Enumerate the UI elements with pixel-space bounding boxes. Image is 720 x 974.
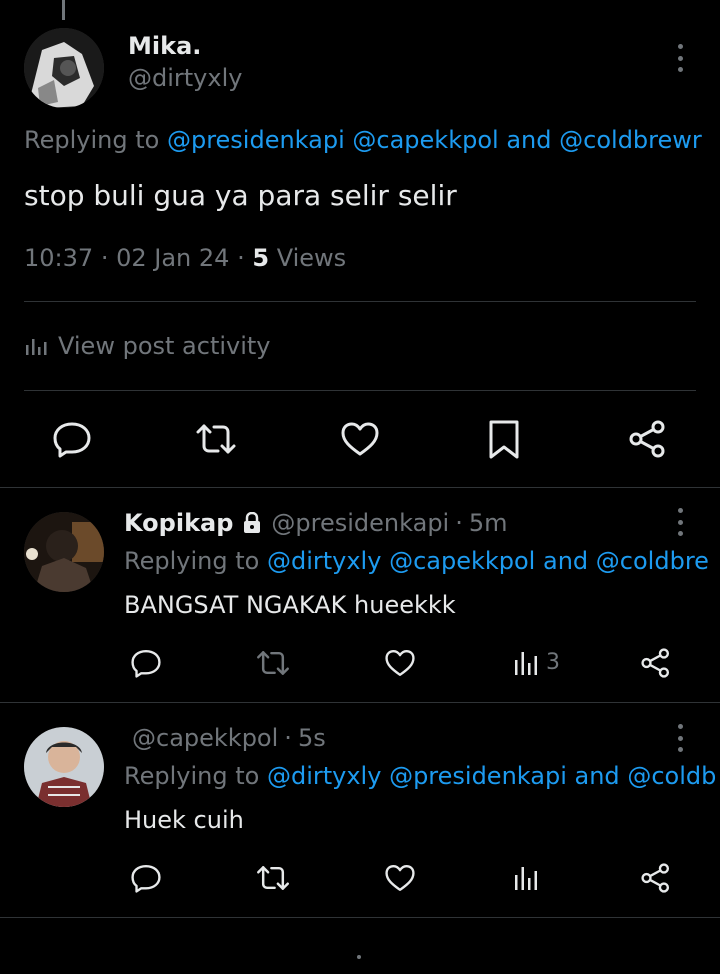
replying-and: and [506, 126, 552, 154]
more-icon[interactable] [676, 724, 684, 752]
handle[interactable]: @capekkpol [132, 724, 278, 752]
mention-link[interactable]: @coldbre [596, 547, 709, 575]
repost-icon[interactable] [255, 649, 291, 677]
reply-text: BANGSAT NGAKAK hueekkk [124, 591, 456, 619]
share-icon[interactable] [628, 420, 668, 458]
top-divider-stub [62, 0, 65, 20]
divider [24, 301, 696, 302]
views-count: 3 [546, 649, 560, 675]
divider [0, 487, 720, 488]
reply-header: @capekkpol · 5s [124, 724, 326, 752]
bookmark-icon[interactable] [486, 418, 522, 460]
reply-icon[interactable] [52, 420, 92, 458]
like-icon[interactable] [340, 420, 380, 458]
separator: · [237, 244, 245, 272]
mention-link[interactable]: @dirtyxly [267, 547, 381, 575]
divider [0, 917, 720, 918]
more-icon[interactable] [676, 44, 684, 72]
separator: · [100, 244, 109, 272]
replying-to: Replying to @dirtyxly @capekkpol and @co… [124, 547, 720, 575]
avatar[interactable] [24, 727, 104, 807]
views-count: 5 [252, 244, 270, 272]
views-icon [514, 648, 540, 676]
post-meta: 10:37 · 02 Jan 24 · 5 Views [24, 244, 346, 272]
more-icon[interactable] [676, 508, 684, 536]
views-icon [514, 863, 540, 891]
reply-icon[interactable] [130, 648, 162, 678]
reply-header: Kopikap @presidenkapi · 5m [124, 509, 508, 537]
share-icon[interactable] [640, 648, 672, 678]
replying-to: Replying to @dirtyxly @presidenkapi and … [124, 762, 720, 790]
mention-link[interactable]: @presidenkapi [167, 126, 345, 154]
reply-icon[interactable] [130, 863, 162, 893]
handle[interactable]: @presidenkapi [271, 509, 449, 537]
post-text: stop buli gua ya para selir selir [24, 179, 457, 212]
repost-icon[interactable] [194, 422, 238, 456]
replying-to: Replying to @presidenkapi @capekkpol and… [24, 126, 720, 154]
views-button[interactable]: 3 [514, 648, 560, 676]
reply-age[interactable]: 5m [469, 509, 508, 537]
divider [24, 390, 696, 391]
replying-prefix: Replying to [124, 762, 260, 790]
mention-link[interactable]: @capekkpol [352, 126, 498, 154]
views-button[interactable] [514, 863, 540, 891]
loading-dot [357, 955, 361, 959]
replying-prefix: Replying to [24, 126, 160, 154]
replying-and: and [574, 762, 620, 790]
display-name[interactable]: Kopikap [124, 509, 233, 537]
reply-text: Huek cuih [124, 806, 244, 834]
separator: · [455, 509, 463, 537]
mention-link[interactable]: @capekkpol [389, 547, 535, 575]
views-icon [24, 335, 48, 357]
handle[interactable]: @dirtyxly [128, 64, 242, 92]
share-icon[interactable] [640, 863, 672, 893]
lock-icon [243, 512, 261, 534]
like-icon[interactable] [384, 648, 416, 678]
avatar[interactable] [24, 512, 104, 592]
repost-icon[interactable] [255, 864, 291, 892]
view-post-activity-label: View post activity [58, 332, 271, 360]
avatar[interactable] [24, 28, 104, 108]
mention-link[interactable]: @coldbrewr [559, 126, 702, 154]
display-name[interactable]: Mika. [128, 32, 201, 60]
replying-and: and [543, 547, 589, 575]
view-post-activity-button[interactable]: View post activity [24, 332, 271, 360]
replying-prefix: Replying to [124, 547, 260, 575]
mention-link[interactable]: @coldb [627, 762, 716, 790]
like-icon[interactable] [384, 863, 416, 893]
mention-link[interactable]: @dirtyxly [267, 762, 381, 790]
reply-age[interactable]: 5s [298, 724, 326, 752]
post-time[interactable]: 10:37 [24, 244, 93, 272]
mention-link[interactable]: @presidenkapi [389, 762, 567, 790]
views-label: Views [276, 244, 347, 272]
divider [0, 702, 720, 703]
separator: · [284, 724, 292, 752]
post-date[interactable]: 02 Jan 24 [116, 244, 229, 272]
